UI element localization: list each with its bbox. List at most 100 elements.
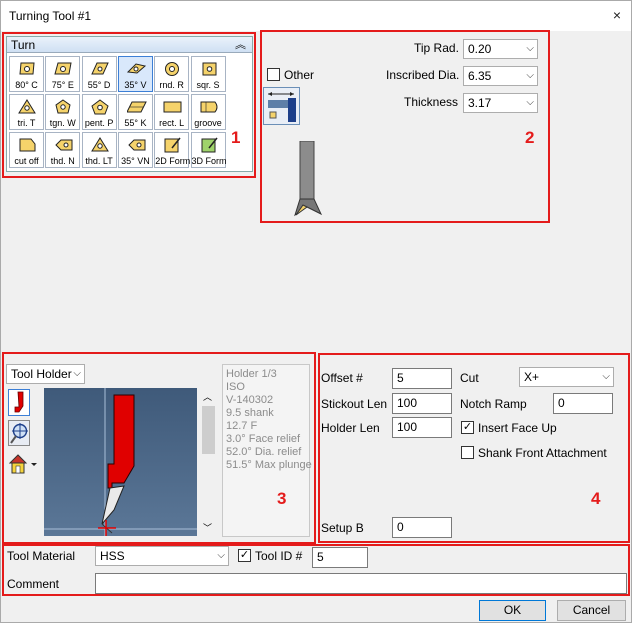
insert-tile-label: 80° C — [15, 80, 38, 90]
setup-b-input[interactable]: 0 — [392, 517, 452, 538]
holder-info-line: 12.7 F — [226, 420, 258, 432]
shank-front-label: Shank Front Attachment — [478, 446, 607, 460]
insert-75e-icon — [54, 62, 72, 75]
insert-pentagon-icon — [90, 99, 109, 115]
holder-len-input[interactable]: 100 — [392, 417, 452, 438]
holder-info-line: 3.0° Face relief — [226, 433, 301, 445]
insert-tile[interactable]: cut off — [9, 132, 44, 168]
insert-tile-label: 2D Form — [155, 156, 191, 166]
holder-scrollbar[interactable]: ︿ ﹀ — [200, 388, 217, 536]
insert-55d-icon — [90, 62, 109, 75]
insert-tile-label: 35° VN — [121, 156, 150, 166]
insert-tile[interactable]: thd. N — [45, 132, 81, 168]
other-checkbox[interactable] — [267, 68, 280, 81]
holder-info-list: Holder 1/3 ISO V-140302 9.5 shank 12.7 F 3.0°… — [222, 364, 312, 537]
insert-tile[interactable]: 3D Form — [190, 132, 227, 168]
insert-groove-icon — [200, 101, 217, 113]
insert-tile[interactable]: 75° E — [45, 56, 81, 92]
scroll-down-icon[interactable]: ﹀ — [203, 521, 212, 534]
callout-number-3: 3 — [277, 489, 287, 508]
notch-ramp-input[interactable]: 0 — [553, 393, 613, 414]
cancel-button[interactable]: Cancel — [557, 600, 626, 621]
stickout-input[interactable]: 100 — [392, 393, 452, 414]
insert-thread-lt-icon — [90, 137, 109, 152]
home-menu-button[interactable] — [7, 452, 37, 476]
insert-square-icon — [202, 62, 216, 76]
comment-input[interactable] — [95, 573, 627, 594]
insert-tile[interactable]: rnd. R — [154, 56, 190, 92]
insert-tile-label: 35° V — [124, 80, 147, 90]
insert-tile-label: rect. L — [159, 118, 185, 128]
insert-55k-icon — [126, 101, 147, 113]
tip-rad-value: 0.20 — [468, 42, 492, 56]
inscribed-dia-select[interactable]: 6.35 ⌵ — [463, 66, 538, 86]
insert-tile[interactable]: 55° D — [81, 56, 117, 92]
holder-red-icon — [14, 391, 24, 413]
insert-tile[interactable]: groove — [190, 94, 226, 130]
holder-info-line: Holder 1/3 — [226, 368, 277, 380]
insert-35v-icon — [126, 63, 146, 74]
insert-tile[interactable]: 35° V — [117, 56, 153, 92]
cut-value: X+ — [524, 370, 540, 384]
chevron-down-icon: ⌵ — [73, 368, 81, 379]
tip-rad-select[interactable]: 0.20 ⌵ — [463, 39, 538, 59]
insert-tile-label: 75° E — [51, 80, 74, 90]
tool-material-value: HSS — [100, 549, 125, 563]
holder-preview-canvas[interactable] — [44, 388, 197, 536]
insert-tile[interactable]: thd. LT — [81, 132, 117, 168]
holder-type-select[interactable]: Tool Holder ⌵ — [6, 364, 85, 384]
stickout-label: Stickout Len — [321, 397, 388, 411]
insert-face-up-checkbox[interactable]: ✓ — [461, 421, 474, 434]
insert-tile[interactable]: tgn. W — [45, 94, 81, 130]
insert-cutoff-icon — [19, 138, 36, 152]
target-view-button[interactable] — [8, 420, 30, 446]
insert-tile-label: 55° K — [124, 118, 147, 128]
insert-tile[interactable]: pent. P — [81, 94, 117, 130]
window-title: Turning Tool #1 — [9, 9, 92, 23]
insert-tile[interactable]: tri. T — [9, 94, 44, 130]
shank-front-checkbox[interactable] — [461, 446, 474, 459]
turning-tool-dialog: Turning Tool #1 × Turn ︽ 80° C 75° E 55° D… — [0, 0, 632, 623]
insert-tile[interactable]: 80° C — [9, 56, 44, 92]
thickness-value: 3.17 — [468, 96, 492, 110]
palette-header[interactable]: Turn ︽ — [7, 37, 252, 53]
palette-header-label: Turn — [11, 38, 36, 52]
callout-number-1: 1 — [231, 128, 241, 147]
insert-tile[interactable]: 35° VN — [117, 132, 153, 168]
cut-label: Cut — [460, 371, 479, 385]
insert-tile[interactable]: sqr. S — [190, 56, 226, 92]
cut-select[interactable]: X+ ⌵ — [519, 367, 614, 387]
insert-rect-icon — [163, 101, 182, 113]
callout-number-4: 4 — [591, 489, 601, 508]
thickness-label: Thickness — [404, 95, 459, 109]
insert-round-icon — [165, 62, 180, 76]
collapse-chevron-icon[interactable]: ︽ — [235, 37, 246, 53]
chevron-down-icon: ⌵ — [602, 371, 610, 382]
tip-rad-label: Tip Rad. — [414, 41, 459, 55]
thickness-select[interactable]: 3.17 ⌵ — [463, 93, 538, 113]
insert-tile[interactable]: rect. L — [154, 94, 190, 130]
title-bar: Turning Tool #1 × — [1, 1, 631, 31]
offset-label: Offset # — [321, 371, 363, 385]
insert-triangle-icon — [18, 99, 36, 114]
tool-side-preview — [294, 141, 323, 217]
insert-tile[interactable]: 2D Form — [154, 132, 191, 168]
holder-view-button[interactable] — [8, 389, 30, 416]
insert-2dform-icon — [164, 137, 181, 153]
insert-tile-label: tgn. W — [49, 118, 76, 128]
tool-id-checkbox[interactable]: ✓ — [238, 549, 251, 562]
insert-tile-label: groove — [194, 118, 222, 128]
insert-80c-icon — [19, 62, 35, 75]
offset-input[interactable]: 5 — [392, 368, 452, 389]
insert-tile[interactable]: 55° K — [117, 94, 153, 130]
close-icon[interactable]: × — [613, 7, 621, 23]
scroll-up-icon[interactable]: ︿ — [203, 390, 212, 403]
insert-orientation-button[interactable] — [263, 87, 300, 125]
insert-tile-label: tri. T — [17, 118, 36, 128]
tool-material-select[interactable]: HSS ⌵ — [95, 546, 229, 566]
insert-orientation-icon — [268, 92, 296, 122]
scroll-thumb[interactable] — [202, 406, 215, 454]
crosshair-target-icon — [10, 423, 28, 444]
ok-button[interactable]: OK — [479, 600, 546, 621]
tool-id-input[interactable]: 5 — [312, 547, 368, 568]
